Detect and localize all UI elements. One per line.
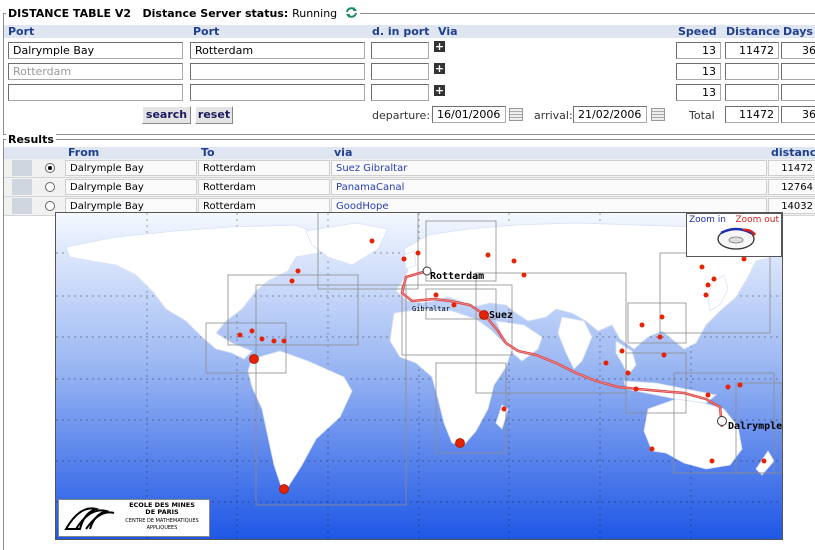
leg-1-days-in-port-input[interactable] <box>371 42 429 59</box>
result-from: Dalrymple Bay <box>65 179 197 195</box>
leg-1-speed-input[interactable]: 13 <box>676 42 721 59</box>
col-days: Days <box>783 25 813 38</box>
col-days-in-port: d. in port <box>372 25 430 38</box>
dalrymple-label: Dalrymple <box>728 421 782 432</box>
result-via-link[interactable]: Suez Gibraltar <box>331 160 767 176</box>
result-via-link[interactable]: PanamaCanal <box>331 179 767 195</box>
result-from: Dalrymple Bay <box>65 160 197 176</box>
leg-3-days-field <box>781 84 815 101</box>
leg-3-days-in-port-input[interactable] <box>371 84 429 101</box>
dalrymple-marker[interactable] <box>717 416 727 426</box>
results-col-from: From <box>68 146 100 159</box>
leg-1-distance-field: 11472 <box>725 42 779 59</box>
zoom-control[interactable]: Zoom in Zoom out <box>686 213 782 257</box>
leg-2-days-field <box>781 63 815 80</box>
departure-calendar-icon[interactable] <box>509 108 523 121</box>
logo-line-4: APPLIQUEES <box>146 525 178 531</box>
leg-2-days-in-port-input[interactable] <box>371 63 429 80</box>
logo-icon <box>64 507 115 530</box>
result-distance: 11472 <box>768 160 815 176</box>
arrival-date-input[interactable]: 21/02/2006 <box>573 106 647 123</box>
refresh-icon[interactable] <box>345 7 358 18</box>
leg-1-to-input[interactable]: Rotterdam <box>190 42 365 59</box>
row-selector[interactable] <box>12 179 32 195</box>
mouse-icon <box>717 227 757 250</box>
col-speed: Speed <box>678 25 717 38</box>
route-radio[interactable] <box>45 182 55 192</box>
leg-1-from-input[interactable]: Dalrymple Bay <box>8 42 183 59</box>
logo-line-2: DE PARIS <box>145 508 179 516</box>
gibraltar-label: Gibraltar <box>412 305 450 313</box>
map-canvas[interactable]: Rotterdam Suez Dalrymple Gibraltar <box>56 213 782 539</box>
arrival-calendar-icon[interactable] <box>651 108 665 121</box>
total-distance-field: 11472 <box>725 106 779 123</box>
server-status-label: Distance Server status: <box>142 7 289 20</box>
leg-3-from-input[interactable] <box>8 84 183 101</box>
route-radio[interactable] <box>45 163 55 173</box>
server-status-value: Running <box>292 7 338 20</box>
add-via-icon[interactable]: + <box>434 63 445 74</box>
arrival-label: arrival: <box>534 109 573 122</box>
leg-2-distance-field <box>725 63 779 80</box>
departure-date-input[interactable]: 16/01/2006 <box>432 106 506 123</box>
ecole-des-mines-logo: ECOLE DES MINES DE PARIS CENTRE DE MATHE… <box>58 499 210 537</box>
leg-3-to-input[interactable] <box>190 84 365 101</box>
row-selector[interactable] <box>12 160 32 176</box>
table-row[interactable]: Dalrymple Bay Rotterdam PanamaCanal 1276… <box>4 178 815 197</box>
leg-2-from-input[interactable]: Rotterdam <box>8 63 183 80</box>
departure-label: departure: <box>372 109 431 122</box>
search-button[interactable]: search <box>142 106 191 124</box>
results-col-to: To <box>201 146 215 159</box>
world-route-map[interactable]: Rotterdam Suez Dalrymple Gibraltar Zoom … <box>55 212 783 540</box>
total-days-field: 36 <box>781 106 815 123</box>
results-col-via: via <box>334 146 353 159</box>
results-title: Results <box>6 133 56 146</box>
suez-label: Suez <box>489 310 513 321</box>
result-to: Rotterdam <box>198 179 330 195</box>
rotterdam-label: Rotterdam <box>430 271 484 282</box>
col-via: Via <box>438 25 458 38</box>
app-title-bar: DISTANCE TABLE V2 Distance Server status… <box>6 7 360 20</box>
results-header-bar <box>4 147 815 159</box>
app-title: DISTANCE TABLE V2 <box>8 7 131 20</box>
col-port-from: Port <box>8 25 35 38</box>
leg-3-distance-field <box>725 84 779 101</box>
row-selector[interactable] <box>12 198 32 214</box>
leg-3-speed-input[interactable]: 13 <box>676 84 721 101</box>
col-port-to: Port <box>193 25 220 38</box>
results-col-distance: distance <box>771 146 815 159</box>
logo-line-3: CENTRE DE MATHEMATIQUES <box>125 518 199 524</box>
total-label: Total <box>689 109 715 122</box>
reset-button[interactable]: reset <box>195 106 233 124</box>
add-via-icon[interactable]: + <box>434 85 445 96</box>
route-radio[interactable] <box>45 201 55 211</box>
leg-2-to-input[interactable] <box>190 63 365 80</box>
result-to: Rotterdam <box>198 160 330 176</box>
leg-1-days-field: 36 <box>781 42 815 59</box>
leg-2-speed-input[interactable]: 13 <box>676 63 721 80</box>
col-distance: Distance <box>726 25 780 38</box>
result-distance: 12764 <box>768 179 815 195</box>
add-via-icon[interactable]: + <box>434 41 445 52</box>
table-row[interactable]: Dalrymple Bay Rotterdam Suez Gibraltar 1… <box>4 159 815 178</box>
